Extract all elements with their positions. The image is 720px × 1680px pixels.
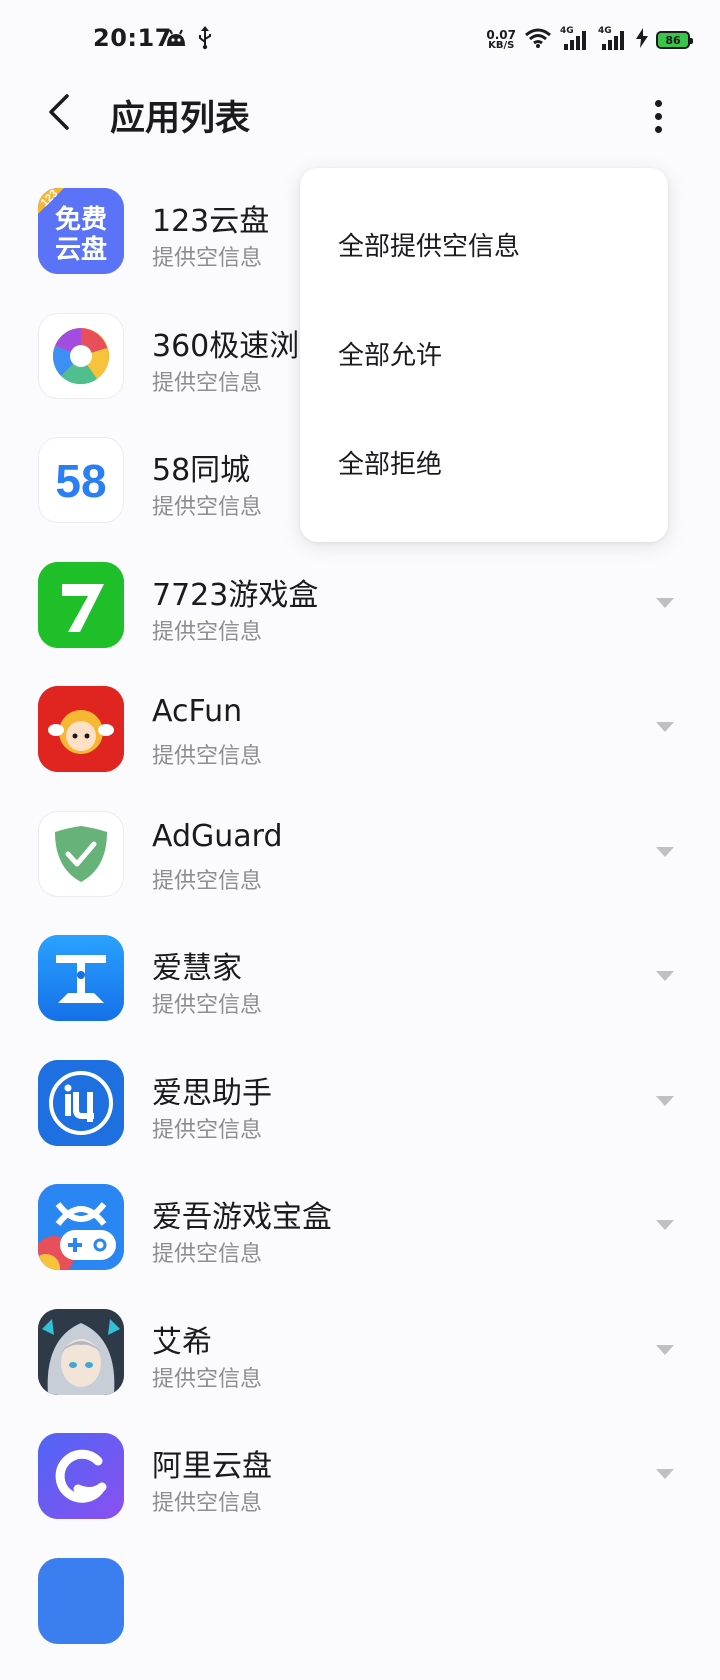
chevron-down-icon[interactable] [656,847,674,857]
back-arrow-icon [45,94,71,134]
app-name: 阿里云盘 [152,1441,272,1485]
chevron-down-icon[interactable] [656,1345,674,1355]
network-speed: 0.07 KB/S [486,29,516,51]
usb-icon [197,26,213,54]
game-box-7723-icon [38,562,124,648]
status-right-icons: 0.07 KB/S 4G 4G [486,24,690,56]
app-name: 爱思助手 [152,1068,272,1112]
app-bar: 应用列表 [0,80,720,152]
app-status: 提供空信息 [152,614,262,646]
svg-text:免费: 免费 [55,204,107,235]
back-button[interactable] [36,92,80,136]
chevron-down-icon[interactable] [656,722,674,732]
chevron-down-icon[interactable] [656,1220,674,1230]
charging-icon [636,28,648,52]
cloud-drive-123-icon: 123 免费 云盘 [38,188,124,274]
chevron-down-icon[interactable] [656,971,674,981]
list-item[interactable]: AdGuard 提供空信息 [0,809,720,934]
chevron-down-icon[interactable] [656,1096,674,1106]
aihuijia-icon [38,935,124,1021]
app-status: 提供空信息 [152,1485,262,1517]
aliyun-drive-icon [38,1433,124,1519]
overflow-menu: 全部提供空信息 全部允许 全部拒绝 [300,168,668,542]
aisi-icon [38,1060,124,1146]
app-status: 提供空信息 [152,1112,262,1144]
list-item[interactable]: 爱思助手 提供空信息 [0,1058,720,1183]
app-status: 提供空信息 [152,240,262,272]
more-options-button[interactable] [636,94,680,138]
app-status: 提供空信息 [152,1236,262,1268]
app-name: AdGuard [152,819,283,854]
page-title: 应用列表 [110,90,250,141]
app-status: 提供空信息 [152,1361,262,1393]
menu-item-allow-all[interactable]: 全部允许 [300,299,668,408]
wifi-icon [524,28,552,52]
list-item[interactable]: 艾希 提供空信息 [0,1307,720,1432]
app-name: 爱吾游戏宝盒 [152,1192,332,1236]
android-icon [165,28,187,52]
list-item[interactable]: 爱吾游戏宝盒 提供空信息 [0,1182,720,1307]
aiwu-game-icon [38,1184,124,1270]
signal-icon-1: 4G [560,28,590,52]
list-item[interactable]: 爱慧家 提供空信息 [0,933,720,1058]
app-name: 艾希 [152,1317,212,1361]
signal-icon-2: 4G [598,28,628,52]
status-bar: 20:17 0.07 KB/S [0,0,720,80]
chevron-down-icon[interactable] [656,598,674,608]
status-left-icons [165,26,213,54]
adguard-shield-icon [38,811,124,897]
app-name: 360极速浏 [152,321,299,365]
chevron-down-icon[interactable] [656,1469,674,1479]
svg-text:云盘: 云盘 [55,234,107,265]
list-item[interactable]: AcFun 提供空信息 [0,684,720,809]
app-icon [38,1558,124,1644]
more-vert-icon [655,100,662,107]
list-item[interactable] [0,1556,720,1680]
app-status: 提供空信息 [152,738,262,770]
list-item[interactable]: 阿里云盘 提供空信息 [0,1431,720,1556]
app-name: 58同城 [152,445,250,489]
acfun-icon [38,686,124,772]
list-item[interactable]: 7723游戏盒 提供空信息 [0,560,720,685]
svg-text:58: 58 [55,455,106,505]
menu-item-all-empty-info[interactable]: 全部提供空信息 [300,190,668,299]
menu-item-deny-all[interactable]: 全部拒绝 [300,408,668,517]
app-status: 提供空信息 [152,489,262,521]
net-speed-unit: KB/S [488,41,514,51]
status-time: 20:17 [93,24,172,52]
app-status: 提供空信息 [152,365,262,397]
app-status: 提供空信息 [152,987,262,1019]
app-name: AcFun [152,694,242,729]
app-name: 123云盘 [152,196,269,240]
tongcheng-58-icon: 58 [38,437,124,523]
battery-icon: 86 [656,31,690,49]
app-status: 提供空信息 [152,863,262,895]
battery-level: 86 [665,34,680,47]
browser-360-icon [38,313,124,399]
app-name: 7723游戏盒 [152,570,318,614]
icey-icon [38,1309,124,1395]
app-name: 爱慧家 [152,943,242,987]
